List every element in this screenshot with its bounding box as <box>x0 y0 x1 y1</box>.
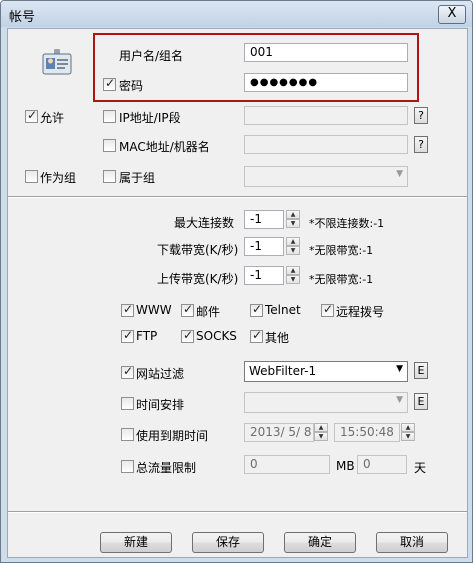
close-icon: X <box>447 6 457 21</box>
spin-up-icon[interactable]: ▲ <box>286 266 300 275</box>
group-select[interactable]: ▼ <box>244 166 408 187</box>
service-dialup-label: 远程拨号 <box>336 305 385 319</box>
chevron-down-icon: ▼ <box>396 395 403 405</box>
spin-up-icon[interactable]: ▲ <box>286 237 300 246</box>
schedule-select[interactable]: ▼ <box>244 392 408 413</box>
web-filter-select[interactable]: WebFilter-1 ▼ <box>244 361 408 382</box>
service-other-label: 其他 <box>265 331 290 345</box>
member-of-checkbox[interactable] <box>103 170 116 183</box>
mac-input[interactable] <box>244 135 408 154</box>
check-icon: ✓ <box>252 302 263 316</box>
ok-button[interactable]: 确定 <box>284 532 356 553</box>
download-spinner[interactable]: ▲ ▼ <box>286 237 300 256</box>
service-dialup-checkbox[interactable]: ✓ <box>321 302 334 317</box>
quota-mb-input[interactable]: 0 <box>244 455 330 474</box>
schedule-label: 时间安排 <box>136 398 185 412</box>
as-group-label: 作为组 <box>40 171 77 185</box>
quota-mb-unit: MB <box>336 459 355 473</box>
member-of-label: 属于组 <box>119 171 156 185</box>
ip-help-button[interactable]: ? <box>414 107 428 124</box>
spin-down-icon[interactable]: ▼ <box>286 246 300 255</box>
check-icon: ✓ <box>323 302 334 316</box>
download-hint: *无限带宽:-1 <box>309 244 374 257</box>
check-icon: ✓ <box>252 328 263 342</box>
check-icon: ✓ <box>123 302 134 316</box>
divider <box>8 511 467 513</box>
max-conn-spinner[interactable]: ▲ ▼ <box>286 210 300 229</box>
check-icon: ✓ <box>27 108 38 122</box>
mac-checkbox[interactable] <box>103 139 116 152</box>
check-icon: ✓ <box>183 328 194 342</box>
service-mail-checkbox[interactable]: ✓ <box>181 302 194 317</box>
ip-label: IP地址/IP段 <box>119 111 181 125</box>
quota-checkbox[interactable] <box>121 460 134 473</box>
expiry-time-input[interactable]: 15:50:48 <box>334 423 400 442</box>
spin-down-icon[interactable]: ▼ <box>286 219 300 228</box>
expiry-date-input[interactable]: 2013/ 5/ 8 <box>244 423 314 442</box>
allow-label: 允许 <box>40 111 65 125</box>
spin-up-icon[interactable]: ▲ <box>401 423 415 432</box>
chevron-down-icon: ▼ <box>396 364 403 374</box>
spin-down-icon[interactable]: ▼ <box>314 432 328 441</box>
web-filter-value: WebFilter-1 <box>249 364 317 378</box>
service-www-label: WWW <box>136 303 172 317</box>
window-title: 帐号 <box>9 10 36 25</box>
mac-help-button[interactable]: ? <box>414 136 428 153</box>
upload-spinner[interactable]: ▲ ▼ <box>286 266 300 285</box>
check-icon: ✓ <box>123 364 134 378</box>
user-card-icon <box>42 49 72 79</box>
cancel-button[interactable]: 取消 <box>376 532 448 553</box>
credentials-highlight <box>93 33 419 102</box>
web-filter-label: 网站过滤 <box>136 367 185 381</box>
upload-label: 上传带宽(K/秒) <box>157 272 239 286</box>
title-bar: 帐号 X <box>1 1 472 27</box>
expiry-label: 使用到期时间 <box>136 429 209 443</box>
max-conn-input[interactable]: -1 <box>244 210 284 229</box>
service-telnet-checkbox[interactable]: ✓ <box>250 302 263 317</box>
mac-label: MAC地址/机器名 <box>119 140 210 154</box>
upload-input[interactable]: -1 <box>244 266 284 285</box>
spin-down-icon[interactable]: ▼ <box>286 275 300 284</box>
allow-checkbox[interactable]: ✓ <box>25 108 38 123</box>
new-button[interactable]: 新建 <box>100 532 172 553</box>
upload-hint: *无限带宽:-1 <box>309 273 374 286</box>
web-filter-edit-button[interactable]: E <box>414 362 428 379</box>
save-button[interactable]: 保存 <box>192 532 264 553</box>
web-filter-checkbox[interactable]: ✓ <box>121 364 134 379</box>
check-icon: ✓ <box>183 302 194 316</box>
spin-down-icon[interactable]: ▼ <box>401 432 415 441</box>
expiry-time-spinner[interactable]: ▲ ▼ <box>401 423 415 442</box>
max-conn-label: 最大连接数 <box>174 216 235 230</box>
max-conn-hint: *不限连接数:-1 <box>309 217 385 230</box>
quota-days-unit: 天 <box>414 461 427 475</box>
expiry-date-spinner[interactable]: ▲ ▼ <box>314 423 328 442</box>
service-ftp-checkbox[interactable]: ✓ <box>121 328 134 343</box>
download-label: 下载带宽(K/秒) <box>157 243 239 257</box>
check-icon: ✓ <box>123 328 134 342</box>
divider <box>8 196 467 198</box>
service-www-checkbox[interactable]: ✓ <box>121 302 134 317</box>
chevron-down-icon: ▼ <box>396 169 403 179</box>
service-telnet-label: Telnet <box>265 303 301 317</box>
service-other-checkbox[interactable]: ✓ <box>250 328 263 343</box>
quota-label: 总流量限制 <box>136 461 197 475</box>
ip-input[interactable] <box>244 106 408 125</box>
service-mail-label: 邮件 <box>196 305 221 319</box>
expiry-checkbox[interactable] <box>121 428 134 441</box>
service-socks-checkbox[interactable]: ✓ <box>181 328 194 343</box>
download-input[interactable]: -1 <box>244 237 284 256</box>
account-dialog: 帐号 X 用户名/组名 001 ✓ 密码 ●●●●●●● ✓ 允许 IP地址/I <box>0 0 473 563</box>
schedule-edit-button[interactable]: E <box>414 393 428 410</box>
service-ftp-label: FTP <box>136 329 158 343</box>
as-group-checkbox[interactable] <box>25 170 38 183</box>
schedule-checkbox[interactable] <box>121 397 134 410</box>
close-button[interactable]: X <box>438 5 466 24</box>
spin-up-icon[interactable]: ▲ <box>314 423 328 432</box>
spin-up-icon[interactable]: ▲ <box>286 210 300 219</box>
dialog-body: 用户名/组名 001 ✓ 密码 ●●●●●●● ✓ 允许 IP地址/IP段 ? … <box>7 28 468 558</box>
ip-checkbox[interactable] <box>103 110 116 123</box>
service-socks-label: SOCKS <box>196 329 237 343</box>
quota-days-input[interactable]: 0 <box>357 455 407 474</box>
